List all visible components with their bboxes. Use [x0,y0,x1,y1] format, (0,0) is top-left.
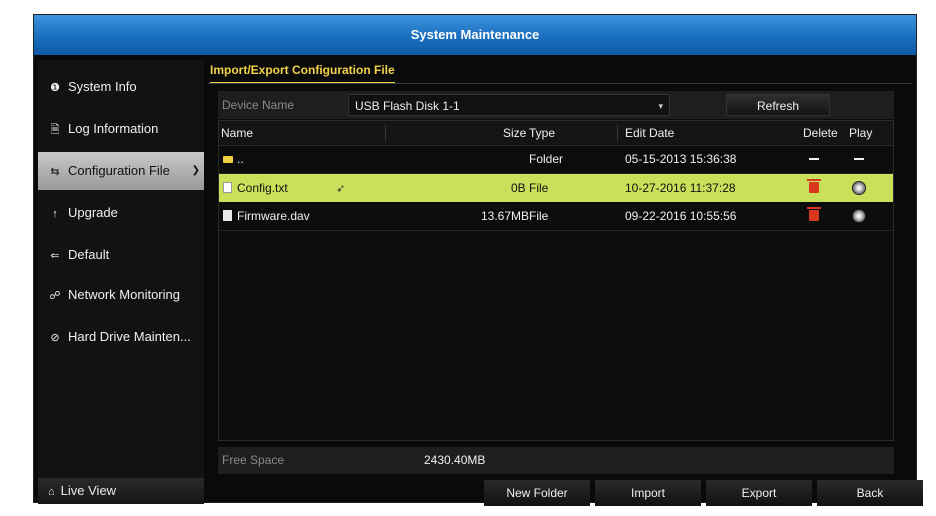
sidebar-item-label: Network Monitoring [68,287,180,302]
live-view-label: Live View [60,483,117,498]
window-title: System Maintenance [34,15,916,55]
delete-icon[interactable] [807,179,821,193]
table-row[interactable]: Firmware.dav 13.67MB File 09-22-2016 10:… [219,202,893,230]
live-view-button[interactable]: ⌂ Live View [38,478,204,504]
export-button[interactable]: Export [706,480,812,506]
device-row: Device Name USB Flash Disk 1-1 ▾ Refresh [218,91,894,119]
refresh-button[interactable]: Refresh [726,94,830,116]
row-type: File [529,181,549,195]
row-edit-date: 10-27-2016 11:37:28 [625,181,736,195]
free-space-row: Free Space 2430.40MB [218,447,894,474]
config-icon: ⇆ [50,166,60,178]
default-icon: ⇐ [50,250,60,262]
play-icon[interactable] [852,209,866,223]
sidebar-item-system-info[interactable]: ❶ System Info [38,68,204,106]
device-name-label: Device Name [222,98,295,112]
row-name: Config.txt [223,174,288,202]
back-button[interactable]: Back [817,480,923,506]
tab-divider [208,83,912,84]
sidebar-item-label: Hard Drive Mainten... [68,329,191,344]
sidebar-item-default[interactable]: ⇐ Default [38,236,204,274]
table-header: Name Size Type Edit Date Delete Play [219,121,893,146]
new-folder-button[interactable]: New Folder [484,480,590,506]
sidebar-item-label: System Info [68,79,137,94]
row-type: Folder [529,152,564,166]
row-name: Firmware.dav [223,202,310,230]
system-maintenance-window: System Maintenance ❶ System Info 🗎 Log Inf… [33,14,923,506]
chevron-right-icon: ❯ [191,165,200,176]
header-delete: Delete [803,126,838,140]
free-space-label: Free Space [222,453,285,467]
header-play: Play [849,126,873,140]
row-edit-date: 09-22-2016 10:55:56 [625,209,737,223]
sidebar-item-label: Log Information [68,121,159,136]
row-edit-date: 05-15-2013 15:36:38 [625,152,737,166]
sidebar-item-configuration-file[interactable]: ⇆ Configuration File ❯ [38,152,204,190]
column-separator [617,125,618,141]
sidebar-item-hard-drive-maintenance[interactable]: ⊘ Hard Drive Mainten... [38,318,204,356]
network-icon: ☍ [49,290,61,302]
table-row-config[interactable]: Config.txt ➶ 0B File 10-27-2016 11:37:28 [219,174,893,202]
dash-icon [809,158,819,160]
header-type: Type [529,126,556,140]
sidebar-item-network-monitoring[interactable]: ☍ Network Monitoring [38,276,204,314]
tab-import-export[interactable]: Import/Export Configuration File [210,63,395,84]
log-icon: 🗎 [50,124,60,136]
column-separator [385,125,386,141]
folder-icon [223,156,233,163]
device-select[interactable]: USB Flash Disk 1-1 ▾ [348,94,670,116]
chevron-down-icon: ▾ [658,101,663,111]
header-name: Name [221,126,254,140]
file-icon [223,182,232,193]
info-icon: ❶ [50,82,60,94]
row-type: File [529,209,549,223]
sidebar-item-label: Default [68,247,110,262]
sidebar-item-label: Upgrade [68,205,118,220]
mouse-cursor-icon: ➶ [336,183,346,195]
row-divider [219,230,893,231]
row-size: 13.67MB [481,209,530,223]
file-icon [223,210,232,221]
table-row[interactable]: .. Folder 05-15-2013 15:36:38 [219,145,893,173]
import-button[interactable]: Import [595,480,701,506]
free-space-value: 2430.40MB [424,453,486,467]
home-icon: ⌂ [48,486,55,498]
sidebar-item-upgrade[interactable]: ↑ Upgrade [38,194,204,232]
file-table: Name Size Type Edit Date Delete Play .. … [218,120,894,441]
main-content: Import/Export Configuration File Device … [208,60,923,506]
dash-icon [854,158,864,160]
delete-icon[interactable] [807,207,821,221]
device-select-value: USB Flash Disk 1-1 [355,99,460,113]
hdd-icon: ⊘ [50,332,60,344]
header-edit-date: Edit Date [625,126,675,140]
play-icon[interactable] [852,181,866,195]
sidebar-item-log-information[interactable]: 🗎 Log Information [38,110,204,148]
row-size: 0B [511,181,526,195]
sidebar: ❶ System Info 🗎 Log Information ⇆ Configura… [38,60,204,500]
upgrade-icon: ↑ [52,208,58,220]
sidebar-item-label: Configuration File [68,163,170,178]
header-size: Size [503,126,527,140]
row-name: .. [223,145,244,173]
